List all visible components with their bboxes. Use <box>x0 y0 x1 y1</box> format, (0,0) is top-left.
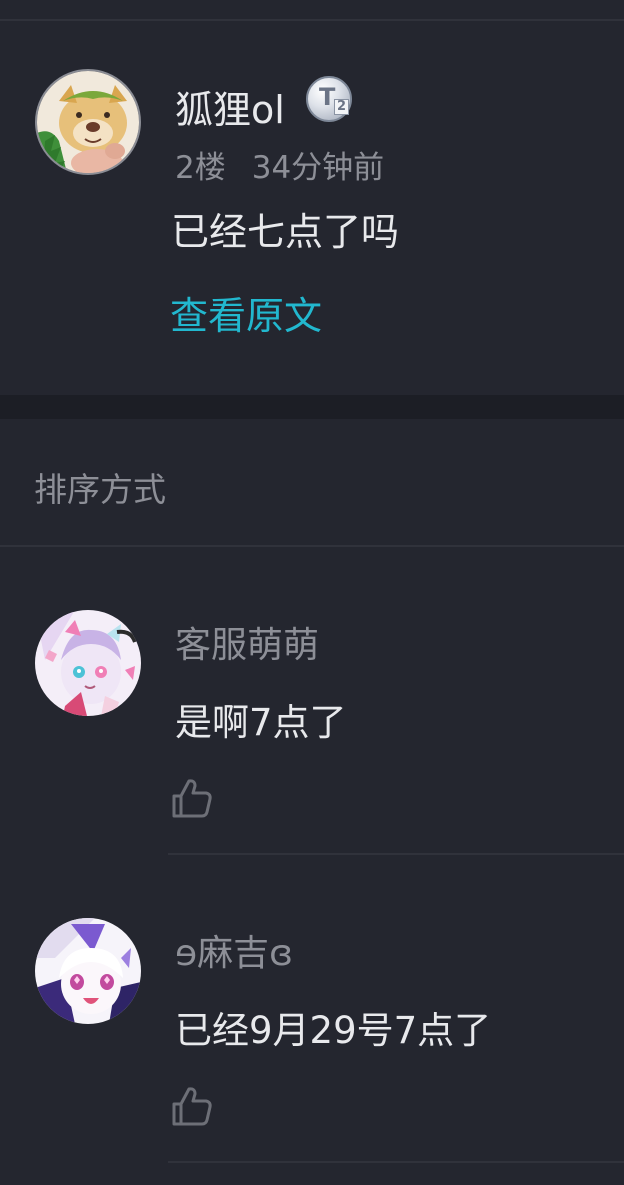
comment-username[interactable]: ɘ麻吉ɞ <box>175 924 293 976</box>
comment-divider <box>168 1161 624 1163</box>
post-username[interactable]: 狐狸ol <box>175 79 285 134</box>
user-avatar[interactable] <box>35 69 141 175</box>
section-separator <box>0 395 624 419</box>
comment-avatar[interactable] <box>35 918 141 1024</box>
post-meta: 2楼 34分钟前 <box>175 142 384 187</box>
like-button[interactable] <box>170 776 214 820</box>
avatar-image-icon <box>37 71 139 173</box>
comment-divider <box>168 853 624 855</box>
comment-username[interactable]: 客服萌萌 <box>175 616 319 668</box>
comment-avatar[interactable] <box>35 610 141 716</box>
comment-content: 是啊7点了 <box>175 701 347 744</box>
badge-letter: T <box>319 83 336 111</box>
level-badge-icon: T 2 <box>306 76 352 122</box>
avatar-image-icon <box>35 610 141 716</box>
main-post: 狐狸ol T 2 2楼 34分钟前 已经七点了吗 查看原文 <box>0 21 624 395</box>
comment-detail-page: 狐狸ol T 2 2楼 34分钟前 已经七点了吗 查看原文 排序方式 客服萌萌 … <box>0 0 624 1185</box>
thumbs-up-icon <box>172 1087 212 1126</box>
thumbs-up-icon <box>172 779 212 818</box>
view-original-link[interactable]: 查看原文 <box>170 285 322 340</box>
like-button[interactable] <box>170 1084 214 1128</box>
comment-content: 已经9月29号7点了 <box>175 1009 492 1052</box>
badge-level: 2 <box>334 99 350 115</box>
post-content: 已经七点了吗 <box>171 210 400 254</box>
sort-order-button[interactable]: 排序方式 <box>34 463 166 511</box>
post-time: 34分钟前 <box>251 150 385 186</box>
sort-divider <box>0 545 624 547</box>
post-floor: 2楼 <box>175 150 226 186</box>
avatar-image-icon <box>35 918 141 1024</box>
